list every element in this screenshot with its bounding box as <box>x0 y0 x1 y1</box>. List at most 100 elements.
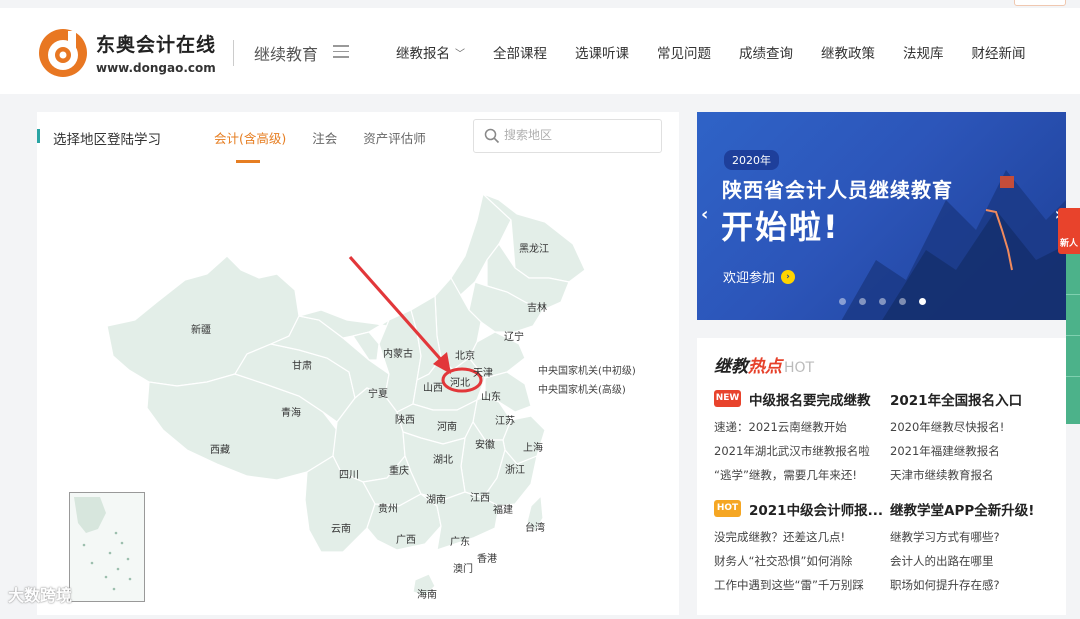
slide-dot[interactable] <box>859 298 866 305</box>
province-hunan[interactable]: 湖南 <box>426 491 446 506</box>
new-badge: NEW <box>714 390 741 407</box>
nav-item-news[interactable]: 财经新闻 <box>972 42 1026 62</box>
promo-banner[interactable]: 2020年 陕西省会计人员继续教育 开始啦! 欢迎参加› ‹ › <box>697 112 1066 320</box>
inset-map-shape <box>74 497 132 591</box>
title-accent-bar <box>37 129 40 143</box>
province-tianjin[interactable]: 天津 <box>473 364 493 379</box>
south-china-sea-inset <box>69 492 145 602</box>
province-henan[interactable]: 河南 <box>437 418 457 433</box>
province-hainan[interactable]: 海南 <box>417 586 437 601</box>
province-chongqing[interactable]: 重庆 <box>389 462 409 477</box>
banner-year-badge: 2020年 <box>724 150 779 170</box>
hot-link[interactable]: 2020年继教尽快报名! <box>890 419 1004 435</box>
hot-headline[interactable]: 2021年全国报名入口 <box>890 389 1022 409</box>
province-zhejiang[interactable]: 浙江 <box>505 461 525 476</box>
search-icon <box>484 128 500 144</box>
site-header: 东奥会计在线 www.dongao.com 继续教育 继教报名 ﹀ 全部课程 选课… <box>0 8 1080 94</box>
dongao-logo-icon[interactable] <box>38 28 88 78</box>
province-jiangsu[interactable]: 江苏 <box>495 412 515 427</box>
tab-cpa[interactable]: 注会 <box>312 128 337 163</box>
banner-headline: 陕西省会计人员继续教育 <box>722 178 953 202</box>
section-title: 继续教育 <box>254 45 319 64</box>
province-qinghai[interactable]: 青海 <box>281 404 301 419</box>
region-search[interactable] <box>473 119 662 153</box>
nav-item-policy[interactable]: 继教政策 <box>821 42 875 62</box>
watermark: 大数跨境 <box>8 586 73 605</box>
hot-link[interactable]: 继教学习方式有哪些? <box>890 529 1000 545</box>
hot-link[interactable]: 天津市继续教育报名 <box>890 467 994 483</box>
banner-prev-arrow-icon[interactable]: ‹ <box>701 204 708 225</box>
province-xianggang[interactable]: 香港 <box>477 550 497 565</box>
hot-link[interactable]: 财务人“社交恐惧”如何消除 <box>714 553 852 569</box>
hot-headline[interactable]: 继教学堂APP全新升级! <box>890 499 1034 519</box>
hot-link[interactable]: 没完成继教？还差这几点! <box>714 529 845 545</box>
province-shaanxi[interactable]: 陕西 <box>395 411 415 426</box>
province-guizhou[interactable]: 贵州 <box>378 500 398 515</box>
province-hebei[interactable]: 河北 <box>450 374 470 389</box>
hot-headline[interactable]: 2021中级会计师报... <box>749 499 883 519</box>
slide-dot[interactable] <box>839 298 846 305</box>
central-agency-senior[interactable]: 中央国家机关(高级) <box>538 381 626 396</box>
province-anhui[interactable]: 安徽 <box>475 436 495 451</box>
floating-side-tab[interactable] <box>1066 254 1080 424</box>
central-agency-junior[interactable]: 中央国家机关(中初级) <box>538 362 636 377</box>
province-guangxi[interactable]: 广西 <box>396 531 416 546</box>
hot-link[interactable]: 2021年福建继教报名 <box>890 443 1000 459</box>
region-panel-title: 选择地区登陆学习 <box>53 132 161 148</box>
nav-item-law[interactable]: 法规库 <box>903 42 944 62</box>
province-beijing[interactable]: 北京 <box>455 347 475 362</box>
province-xizang[interactable]: 西藏 <box>210 441 230 456</box>
nav-item-select-course[interactable]: 选课听课 <box>575 42 629 62</box>
arrow-right-icon: › <box>781 269 796 284</box>
banner-cta[interactable]: 欢迎参加 › <box>723 267 796 286</box>
region-panel: 选择地区登陆学习 会计(含高级) 注会 资产评估师 搜索地区 黑龙江 吉林 辽宁… <box>37 112 679 615</box>
logo-divider <box>233 40 234 66</box>
hot-link[interactable]: 速递：2021云南继教开始 <box>714 419 847 435</box>
province-gansu[interactable]: 甘肃 <box>292 357 312 372</box>
slide-dot[interactable] <box>899 298 906 305</box>
hot-link[interactable]: 2021年湖北武汉市继教报名啦 <box>714 443 870 459</box>
province-ningxia[interactable]: 宁夏 <box>368 385 388 400</box>
province-fujian[interactable]: 福建 <box>493 501 513 516</box>
top-tab[interactable] <box>1014 0 1066 6</box>
tab-accounting[interactable]: 会计(含高级) <box>214 128 286 163</box>
hot-link[interactable]: 会计人的出路在哪里 <box>890 553 994 569</box>
hot-news-panel: 继教热点 HOT NEW 中级报名要完成继教 2021年全国报名入口 速递：202… <box>697 338 1066 615</box>
menu-icon[interactable] <box>333 45 349 59</box>
province-xinjiang[interactable]: 新疆 <box>191 321 211 336</box>
chevron-down-icon: ﹀ <box>455 48 465 60</box>
hot-link[interactable]: “逃学”继教，需要几年来还! <box>714 467 857 483</box>
banner-big-text: 开始啦! <box>721 208 840 246</box>
nav-item-all-courses[interactable]: 全部课程 <box>493 42 547 62</box>
province-jiangxi[interactable]: 江西 <box>470 489 490 504</box>
tab-asset-appraiser[interactable]: 资产评估师 <box>363 128 426 163</box>
province-liaoning[interactable]: 辽宁 <box>504 328 524 343</box>
province-guangdong[interactable]: 广东 <box>450 533 470 548</box>
hot-link[interactable]: 工作中遇到这些“雷”千万别踩 <box>714 577 864 593</box>
region-search-input[interactable] <box>504 128 654 142</box>
slide-dot-active[interactable] <box>919 298 926 305</box>
hot-link[interactable]: 职场如何提升存在感? <box>890 577 1000 593</box>
nav-item-faq[interactable]: 常见问题 <box>657 42 711 62</box>
nav-item-enroll[interactable]: 继教报名 ﹀ <box>396 42 465 62</box>
province-shanxi[interactable]: 山西 <box>423 379 443 394</box>
hot-headline[interactable]: 中级报名要完成继教 <box>749 389 871 409</box>
province-heilongjiang[interactable]: 黑龙江 <box>519 240 549 255</box>
province-jilin[interactable]: 吉林 <box>527 299 547 314</box>
province-shanghai[interactable]: 上海 <box>523 439 543 454</box>
province-taiwan[interactable]: 台湾 <box>525 519 545 534</box>
province-shandong[interactable]: 山东 <box>481 388 501 403</box>
nav-item-scores[interactable]: 成绩查询 <box>739 42 793 62</box>
brand-text[interactable]: 东奥会计在线 www.dongao.com <box>96 30 216 75</box>
province-aomen[interactable]: 澳门 <box>453 560 473 575</box>
hot-news-title: 继教热点 HOT <box>714 357 815 377</box>
province-yunnan[interactable]: 云南 <box>331 520 351 535</box>
province-sichuan[interactable]: 四川 <box>339 466 359 481</box>
region-panel-header: 选择地区登陆学习 会计(含高级) 注会 资产评估师 <box>37 112 679 163</box>
slide-dot[interactable] <box>879 298 886 305</box>
province-neimenggu[interactable]: 内蒙古 <box>383 345 413 360</box>
province-hubei[interactable]: 湖北 <box>433 451 453 466</box>
top-strip <box>0 0 1080 8</box>
brand-name: 东奥会计在线 <box>96 34 217 56</box>
newcomer-gift-tab[interactable]: 新人 <box>1058 208 1080 254</box>
